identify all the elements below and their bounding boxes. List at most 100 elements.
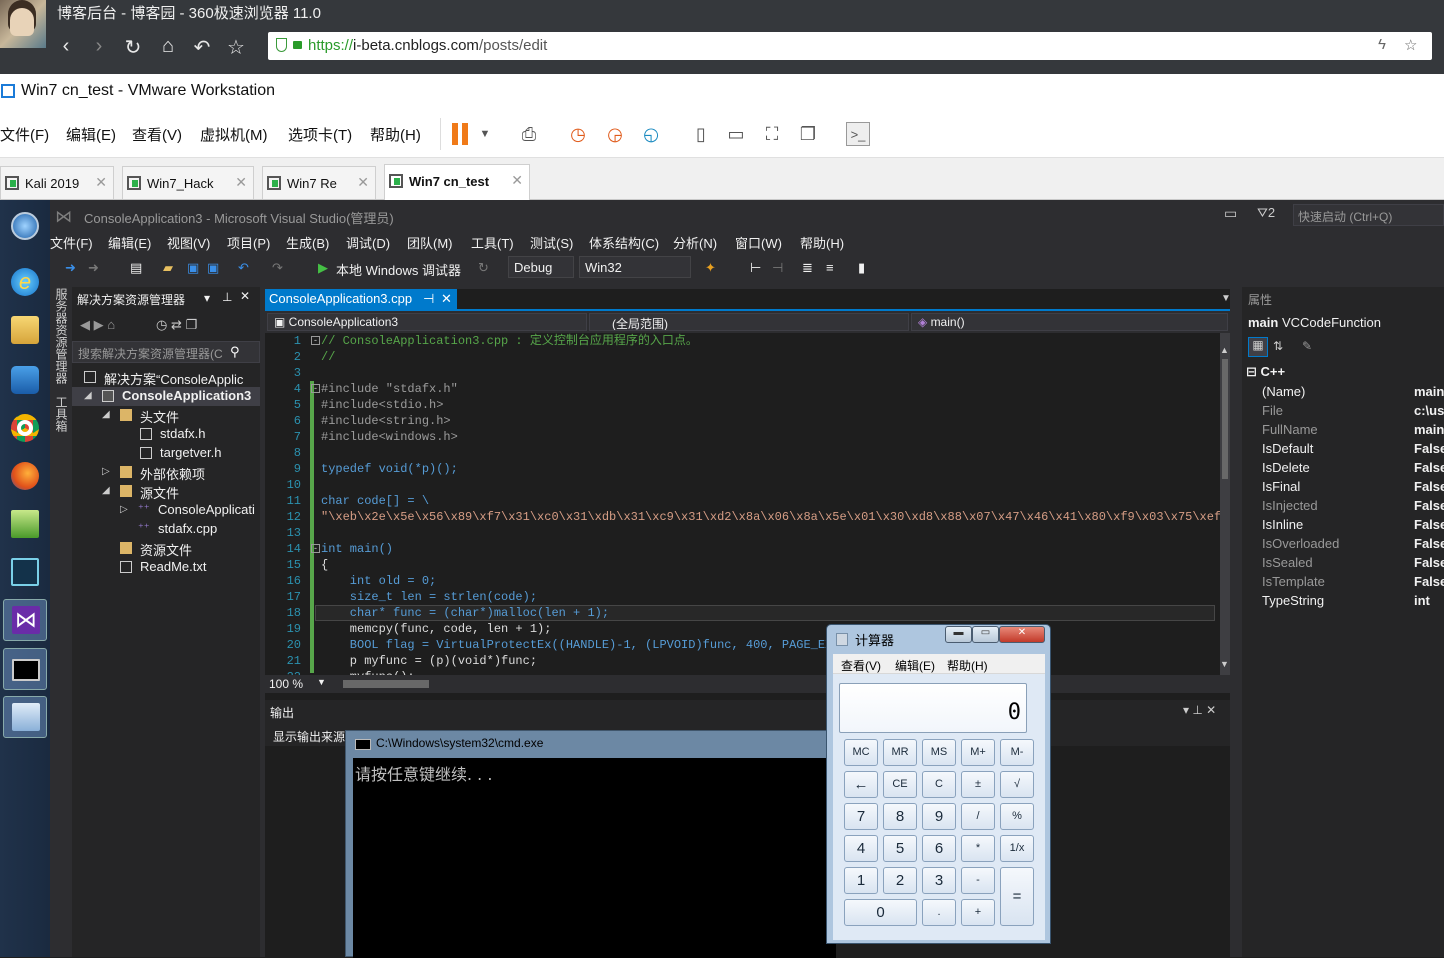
- send-ctrl-alt-del-icon[interactable]: ⎙: [517, 122, 541, 146]
- collapse-icon[interactable]: ⊟: [1246, 364, 1261, 379]
- se-back-icon[interactable]: ◀ ▶ ⌂: [80, 317, 115, 333]
- close-icon[interactable]: ✕: [95, 174, 107, 191]
- pause-icon[interactable]: [452, 123, 458, 145]
- nav-forward-icon[interactable]: ➜: [88, 260, 99, 276]
- taskbar-chrome[interactable]: [3, 408, 47, 450]
- property-value[interactable]: False: [1414, 498, 1444, 513]
- config-select[interactable]: Debug: [508, 256, 574, 278]
- properties-object[interactable]: main VCCodeFunction: [1248, 315, 1381, 330]
- nav-scope-select[interactable]: (全局范围): [589, 313, 909, 331]
- calculator-window[interactable]: 计算器 ▬ ▭ ✕ 查看(V) 编辑(E) 帮助(H) 0 MC MR MS M…: [826, 624, 1051, 944]
- calc-menu-help[interactable]: 帮助(H): [947, 657, 988, 674]
- code-line[interactable]: int old = 0;: [321, 573, 436, 589]
- collapse-icon[interactable]: ◢: [84, 390, 92, 401]
- taskbar-visual-studio[interactable]: ⋈: [3, 599, 47, 641]
- url-text[interactable]: https://i-beta.cnblogs.com/posts/edit: [308, 37, 547, 54]
- categorized-icon[interactable]: ▦: [1248, 337, 1268, 357]
- property-row[interactable]: IsTemplate False: [1242, 573, 1444, 592]
- close-icon[interactable]: ✕: [240, 289, 250, 303]
- code-line[interactable]: char code[] = \: [321, 493, 429, 509]
- property-value[interactable]: main: [1414, 384, 1444, 399]
- code-line[interactable]: #include<string.h>: [321, 413, 451, 429]
- align-icon[interactable]: ⊢: [750, 260, 761, 276]
- platform-select[interactable]: Win32: [579, 256, 691, 278]
- code-line[interactable]: char* func = (char*)malloc(len + 1);: [321, 605, 609, 621]
- code-line[interactable]: int main(): [321, 541, 393, 557]
- key-subtract[interactable]: -: [961, 867, 995, 894]
- vm-menu-file[interactable]: 文件(F): [0, 124, 49, 145]
- property-row[interactable]: FullName main: [1242, 421, 1444, 440]
- save-all-icon[interactable]: ▣: [207, 260, 219, 276]
- tree-source-files[interactable]: ◢ 源文件: [72, 482, 260, 501]
- key-2[interactable]: 2: [883, 867, 917, 894]
- scroll-thumb[interactable]: [1222, 359, 1228, 479]
- vs-menu-help[interactable]: 帮助(H): [800, 233, 844, 252]
- vs-menu-analyze[interactable]: 分析(N): [673, 233, 717, 252]
- pause-dropdown-icon[interactable]: ▼: [473, 122, 497, 146]
- taskbar-media[interactable]: [3, 360, 47, 402]
- taskbar-editor[interactable]: [3, 504, 47, 546]
- property-value[interactable]: False: [1414, 460, 1444, 475]
- key-m-minus[interactable]: M-: [1000, 739, 1034, 766]
- property-row[interactable]: (Name) main: [1242, 383, 1444, 402]
- tree-external-deps[interactable]: ▷ 外部依赖项: [72, 463, 260, 482]
- thumbnail-icon[interactable]: ▭: [724, 122, 748, 146]
- property-value[interactable]: False: [1414, 536, 1444, 551]
- vs-menu-team[interactable]: 团队(M): [407, 233, 453, 252]
- scroll-down-icon[interactable]: ▼: [1220, 659, 1230, 669]
- property-value[interactable]: main: [1414, 422, 1444, 437]
- collapse-icon[interactable]: ◢: [102, 485, 110, 496]
- start-button[interactable]: [3, 206, 47, 248]
- filter-icon[interactable]: ⛛2: [1257, 205, 1275, 221]
- pin-icon[interactable]: ⊥: [222, 290, 232, 304]
- vm-menu-edit[interactable]: 编辑(E): [66, 124, 116, 145]
- outdent-icon[interactable]: ≡: [826, 260, 834, 275]
- property-value[interactable]: c:\us: [1414, 403, 1444, 418]
- key-c[interactable]: C: [922, 771, 956, 798]
- fold-toggle-icon[interactable]: -: [311, 336, 320, 345]
- vm-tab-win7-hack[interactable]: Win7_Hack ✕: [122, 166, 254, 199]
- tree-file-readme[interactable]: ReadMe.txt: [72, 558, 260, 577]
- show-library-icon[interactable]: ▯: [689, 122, 713, 146]
- vm-menu-vm[interactable]: 虚拟机(M): [200, 124, 268, 145]
- calc-menu-edit[interactable]: 编辑(E): [895, 657, 935, 674]
- bookmark-star-icon[interactable]: ☆: [1404, 36, 1417, 54]
- property-value[interactable]: False: [1414, 517, 1444, 532]
- notification-icon[interactable]: ▭: [1224, 205, 1237, 222]
- property-row[interactable]: IsOverloaded False: [1242, 535, 1444, 554]
- key-mr[interactable]: MR: [883, 739, 917, 766]
- code-line[interactable]: typedef void(*p)();: [321, 461, 458, 477]
- tab-overflow-icon[interactable]: ▼: [1221, 293, 1231, 304]
- maximize-button[interactable]: ▭: [972, 626, 999, 643]
- key-ce[interactable]: CE: [883, 771, 917, 798]
- indent-icon[interactable]: ≣: [802, 260, 813, 276]
- tree-resource-files[interactable]: 资源文件: [72, 539, 260, 558]
- vs-menu-tools[interactable]: 工具(T): [471, 233, 514, 252]
- forward-icon[interactable]: ›: [87, 35, 111, 58]
- key-4[interactable]: 4: [844, 835, 878, 862]
- code-line[interactable]: #include "stdafx.h": [321, 381, 458, 397]
- minimize-button[interactable]: ▬: [945, 626, 972, 643]
- undo-close-icon[interactable]: ↶: [190, 35, 214, 60]
- code-line[interactable]: #include<stdio.h>: [321, 397, 443, 413]
- horizontal-scroll-thumb[interactable]: [343, 680, 429, 688]
- tree-project[interactable]: ◢ ConsoleApplication3: [72, 387, 260, 406]
- close-icon[interactable]: ✕: [357, 174, 369, 191]
- calc-menu-view[interactable]: 查看(V): [841, 657, 881, 674]
- property-value[interactable]: False: [1414, 479, 1444, 494]
- vm-tab-win7-cn-test[interactable]: Win7 cn_test ✕: [384, 164, 530, 200]
- close-icon[interactable]: ✕: [235, 174, 247, 191]
- property-row[interactable]: IsFinal False: [1242, 478, 1444, 497]
- back-icon[interactable]: ‹: [54, 35, 78, 58]
- cmd-window[interactable]: C:\Windows\system32\cmd.exe 请按任意键继续. . .: [345, 730, 836, 958]
- property-value[interactable]: int: [1414, 593, 1444, 608]
- key-sqrt[interactable]: √: [1000, 771, 1034, 798]
- taskbar-ie[interactable]: e: [3, 262, 47, 304]
- key-3[interactable]: 3: [922, 867, 956, 894]
- tree-file-stdafx-h[interactable]: stdafx.h: [72, 425, 260, 444]
- vm-menu-view[interactable]: 查看(V): [132, 124, 182, 145]
- vm-tab-win7-re[interactable]: Win7 Re ✕: [262, 166, 376, 199]
- properties-category[interactable]: ⊟ C++: [1246, 364, 1285, 380]
- home-icon[interactable]: ⌂: [156, 35, 180, 58]
- key-m-plus[interactable]: M+: [961, 739, 995, 766]
